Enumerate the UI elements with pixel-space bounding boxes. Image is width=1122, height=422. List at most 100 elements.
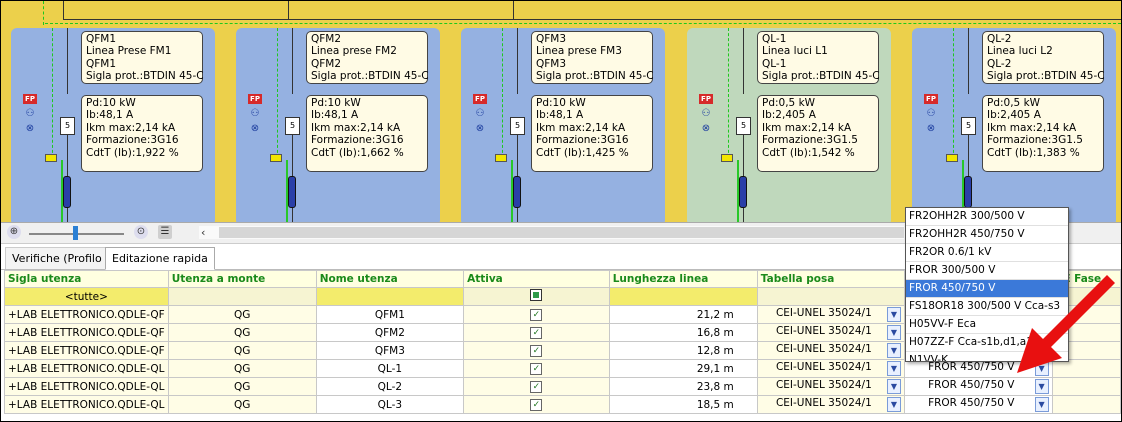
cell-lunghezza[interactable]: 23,8 m	[608, 377, 758, 396]
cell-sigla[interactable]: +LAB ELETTRONICO.QDLE-QF	[4, 305, 169, 324]
chevron-down-icon[interactable]: ▼	[886, 397, 901, 412]
cell-pe[interactable]	[1051, 359, 1121, 378]
chevron-down-icon[interactable]: ▼	[1034, 397, 1049, 412]
cable-type-value[interactable]: FROR 450/750 V	[928, 397, 1014, 409]
column-header[interactable]: Utenza a monte	[167, 270, 317, 288]
cell-attiva[interactable]: ✓	[463, 395, 610, 414]
circuit-card[interactable]: QFM2 Linea prese FM2 QFM2 Sigla prot.:BTDIN…	[236, 28, 440, 222]
cell-lunghezza[interactable]: 12,8 m	[608, 341, 758, 360]
cell-pe[interactable]	[1051, 395, 1121, 414]
cell-lunghezza[interactable]: 16,8 m	[608, 323, 758, 342]
horizontal-scrollbar[interactable]: ‹	[199, 226, 904, 239]
zoom-reset-icon[interactable]: ⊙	[134, 225, 148, 239]
circuit-label-box[interactable]: QL-1 Linea luci L1 QL-1 Sigla prot.:BTDIN 4…	[757, 31, 880, 84]
cell-monte[interactable]: QG	[167, 377, 317, 396]
cell-cavo[interactable]: FROR 450/750 V ▼	[903, 377, 1053, 396]
active-checkbox[interactable]: ✓	[530, 381, 543, 393]
column-header[interactable]: Lunghezza linea	[608, 270, 758, 288]
circuit-data-box[interactable]: Pd:0,5 kW Ib:2,405 A Ikm max:2,14 kA Formaz…	[982, 95, 1104, 172]
chevron-down-icon[interactable]: ▼	[886, 325, 901, 340]
table-row[interactable]: +LAB ELETTRONICO.QDLE-QL QG QL-2 ✓ 23,8 m CE…	[4, 377, 1121, 396]
dropdown-option[interactable]: FR2OR 0.6/1 kV	[906, 244, 1068, 262]
cell-tabella[interactable]: CEI-UNEL 35024/1 ▼	[756, 341, 905, 360]
tab-editazione-rapida[interactable]: Editazione rapida	[105, 247, 215, 270]
dropdown-option[interactable]: H05VV-F Eca	[906, 316, 1068, 334]
circuit-label-box[interactable]: QFM2 Linea prese FM2 QFM2 Sigla prot.:BTDIN…	[306, 31, 429, 84]
cell-nome[interactable]: QFM2	[315, 323, 465, 342]
chevron-down-icon[interactable]: ▼	[1034, 379, 1049, 394]
circuit-data-box[interactable]: Pd:10 kW Ib:48,1 A Ikm max:2,14 kA Formazio…	[306, 95, 428, 172]
cable-type-dropdown-list[interactable]: FR2OHH2R 300/500 V FR2OHH2R 450/750 V FR2O…	[905, 207, 1069, 362]
dropdown-option[interactable]: H07ZZ-F Cca-s1b,d1,a1	[906, 334, 1068, 352]
breaker-icon[interactable]: 5	[736, 117, 751, 135]
chevron-down-icon[interactable]: ▼	[886, 361, 901, 376]
active-checkbox[interactable]: ✓	[530, 363, 543, 375]
circuit-data-box[interactable]: Pd:10 kW Ib:48,1 A Ikm max:2,14 kA Formazio…	[531, 95, 653, 172]
cell-tabella[interactable]: CEI-UNEL 35024/1 ▼	[756, 359, 905, 378]
chevron-down-icon[interactable]: ▼	[886, 379, 901, 394]
filter-tabella[interactable]	[756, 287, 905, 306]
cell-tabella[interactable]: CEI-UNEL 35024/1 ▼	[756, 323, 905, 342]
breaker-icon[interactable]: 5	[510, 117, 525, 135]
filter-sigla[interactable]: <tutte>	[4, 287, 169, 306]
cell-attiva[interactable]: ✓	[463, 323, 610, 342]
column-header[interactable]: Nome utenza	[315, 270, 465, 288]
cell-attiva[interactable]: ✓	[463, 305, 610, 324]
circuit-card[interactable]: QFM1 Linea Prese FM1 QFM1 Sigla prot.:BTDIN…	[11, 28, 215, 222]
circuit-label-box[interactable]: QFM3 Linea prese FM3 QFM3 Sigla prot.:BTDIN…	[531, 31, 654, 84]
chevron-down-icon[interactable]: ▼	[886, 343, 901, 358]
breaker-icon[interactable]: 5	[60, 117, 75, 135]
split-view-icon[interactable]: ☰	[158, 225, 172, 239]
cell-sigla[interactable]: +LAB ELETTRONICO.QDLE-QF	[4, 323, 169, 342]
dropdown-option[interactable]: FR2OHH2R 300/500 V	[906, 208, 1068, 226]
circuit-label-box[interactable]: QL-2 Linea luci L2 QL-2 Sigla prot.:BTDIN 4…	[982, 31, 1105, 84]
scroll-left-icon[interactable]: ‹	[201, 226, 205, 239]
cell-nome[interactable]: QFM1	[315, 305, 465, 324]
cell-lunghezza[interactable]: 18,5 m	[608, 395, 758, 414]
cell-nome[interactable]: QFM3	[315, 341, 465, 360]
cell-pe[interactable]	[1051, 377, 1121, 396]
cell-monte[interactable]: QG	[167, 341, 317, 360]
table-row[interactable]: +LAB ELETTRONICO.QDLE-QL QG QL-3 ✓ 18,5 m CE…	[4, 395, 1121, 414]
scrollbar-thumb[interactable]	[219, 227, 904, 238]
cell-nome[interactable]: QL-2	[315, 377, 465, 396]
table-row[interactable]: +LAB ELETTRONICO.QDLE-QL QG QL-1 ✓ 29,1 m CE…	[4, 359, 1121, 378]
cell-lunghezza[interactable]: 29,1 m	[608, 359, 758, 378]
breaker-icon[interactable]: 5	[285, 117, 300, 135]
dropdown-option[interactable]: FROR 300/500 V	[906, 262, 1068, 280]
column-header[interactable]: Attiva	[463, 270, 610, 288]
filter-attiva[interactable]	[463, 287, 610, 306]
chevron-down-icon[interactable]: ▼	[1034, 361, 1049, 376]
cable-type-value[interactable]: FROR 450/750 V	[928, 361, 1014, 373]
cell-monte[interactable]: QG	[167, 359, 317, 378]
active-checkbox[interactable]: ✓	[530, 399, 543, 411]
cell-tabella[interactable]: CEI-UNEL 35024/1 ▼	[756, 377, 905, 396]
filter-nome[interactable]	[315, 287, 465, 306]
cell-sigla[interactable]: +LAB ELETTRONICO.QDLE-QL	[4, 359, 169, 378]
cell-tabella[interactable]: CEI-UNEL 35024/1 ▼	[756, 395, 905, 414]
circuit-card[interactable]: QFM3 Linea prese FM3 QFM3 Sigla prot.:BTDIN…	[461, 28, 665, 222]
breaker-icon[interactable]: 5	[961, 117, 976, 135]
dropdown-option[interactable]: FS18OR18 300/500 V Cca-s3	[906, 298, 1068, 316]
active-checkbox[interactable]: ✓	[530, 309, 543, 321]
cell-sigla[interactable]: +LAB ELETTRONICO.QDLE-QF	[4, 341, 169, 360]
cell-cavo[interactable]: FROR 450/750 V ▼	[903, 395, 1053, 414]
column-header[interactable]: Tabella posa	[756, 270, 905, 288]
cell-lunghezza[interactable]: 21,2 m	[608, 305, 758, 324]
dropdown-option[interactable]: FR2OHH2R 450/750 V	[906, 226, 1068, 244]
cell-tabella[interactable]: CEI-UNEL 35024/1 ▼	[756, 305, 905, 324]
circuit-card[interactable]: QL-1 Linea luci L1 QL-1 Sigla prot.:BTDIN 4…	[687, 28, 891, 222]
cable-type-value[interactable]: FROR 450/750 V	[928, 379, 1014, 391]
column-header[interactable]: Sigla utenza	[4, 270, 169, 288]
cell-attiva[interactable]: ✓	[463, 359, 610, 378]
filter-checkbox[interactable]	[530, 289, 543, 301]
cell-sigla[interactable]: +LAB ELETTRONICO.QDLE-QL	[4, 395, 169, 414]
cell-attiva[interactable]: ✓	[463, 341, 610, 360]
cell-monte[interactable]: QG	[167, 323, 317, 342]
filter-monte[interactable]	[167, 287, 317, 306]
cell-sigla[interactable]: +LAB ELETTRONICO.QDLE-QL	[4, 377, 169, 396]
circuit-label-box[interactable]: QFM1 Linea Prese FM1 QFM1 Sigla prot.:BTDIN…	[81, 31, 204, 84]
active-checkbox[interactable]: ✓	[530, 327, 543, 339]
dropdown-option[interactable]: FROR 450/750 V	[906, 280, 1068, 298]
chevron-down-icon[interactable]: ▼	[886, 307, 901, 322]
